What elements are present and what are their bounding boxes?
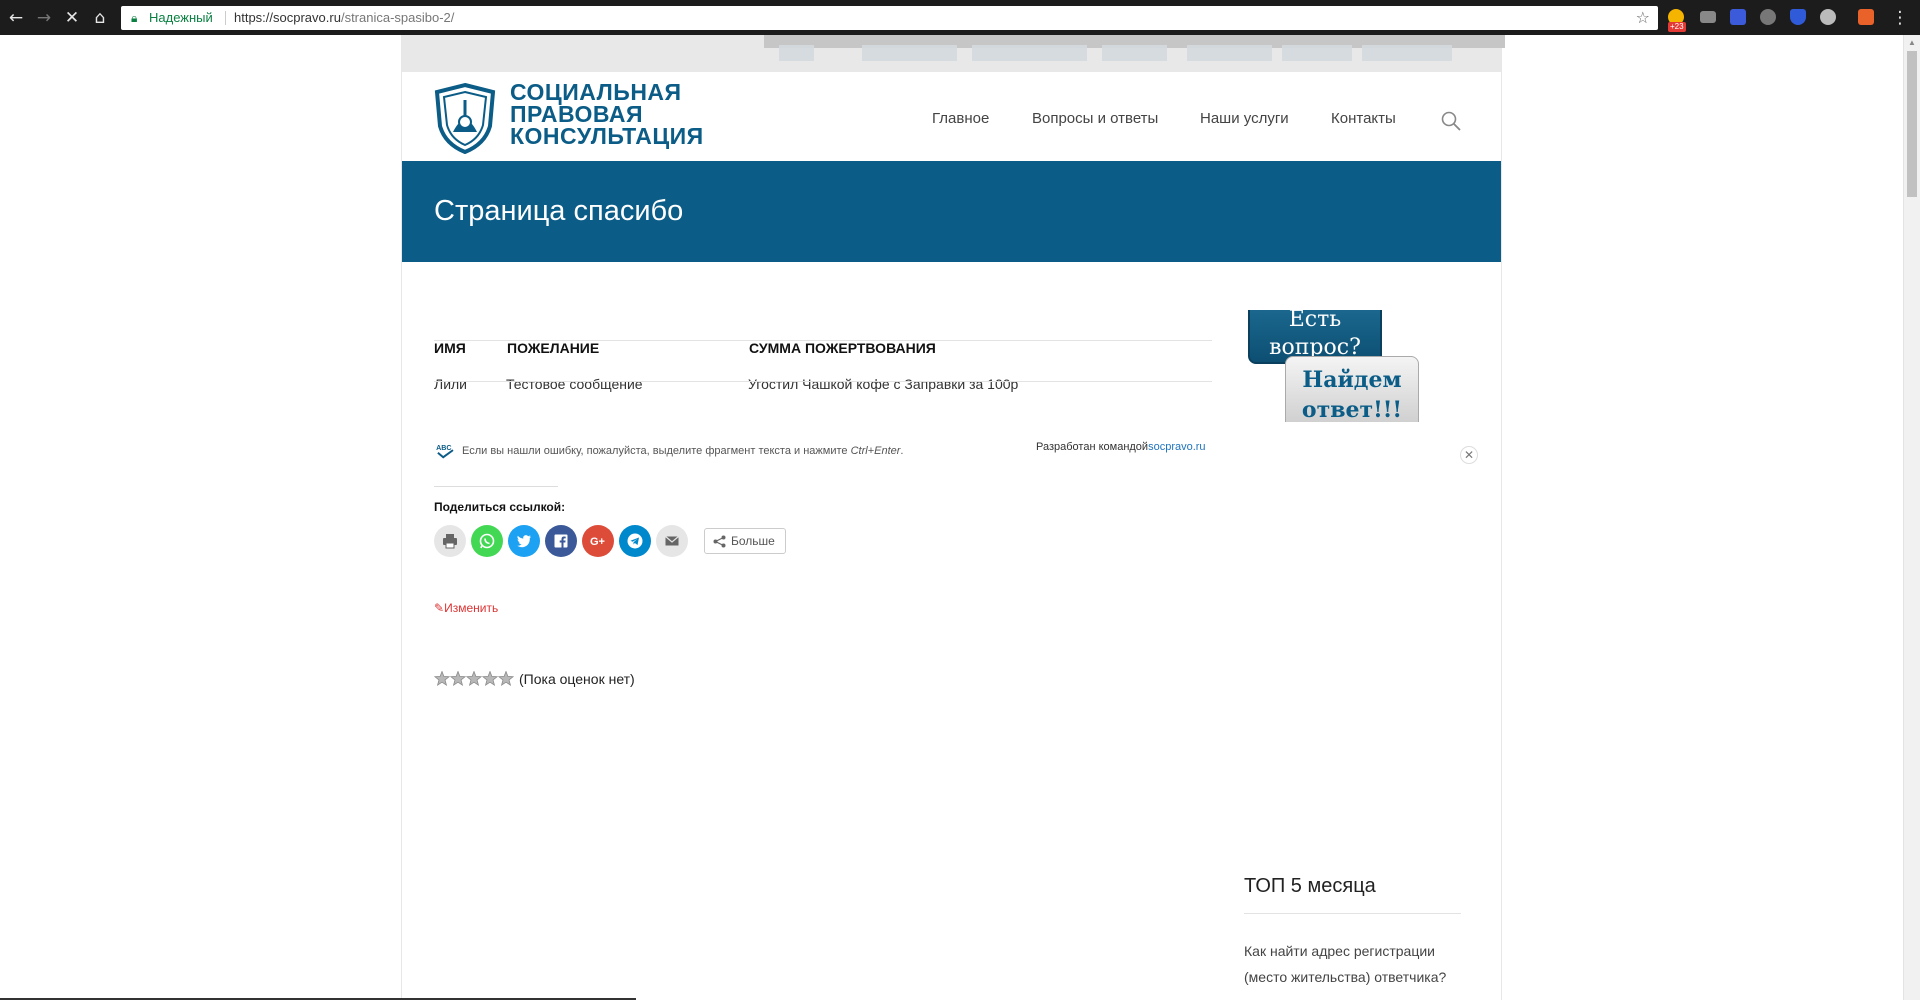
- table-header-amount: Сумма пожертвования: [749, 340, 936, 356]
- table-cell-wish: Тестовое сообщение: [506, 376, 643, 392]
- mail-extension-icon[interactable]: [1700, 11, 1716, 23]
- facebook-icon[interactable]: [545, 525, 577, 557]
- url-host: https://socpravo.ru: [234, 10, 341, 25]
- pencil-icon: ✎: [434, 601, 445, 615]
- dev-prefix: Разработан командой: [1036, 441, 1149, 453]
- extension-badge: +23: [1668, 22, 1686, 32]
- spellcheck-abc-icon: ABC: [436, 444, 454, 459]
- site-wrapper: СОЦИАЛЬНАЯ ПРАВОВАЯ КОНСУЛЬТАЦИЯ Главное…: [401, 35, 1505, 1000]
- nav-item-qa[interactable]: Вопросы и ответы: [1032, 110, 1158, 127]
- edit-label: Изменить: [444, 601, 499, 615]
- error-note-keys: Ctrl+Enter: [850, 445, 901, 457]
- ad-banner[interactable]: Есть вопрос? Найдем ответ!!!: [1248, 310, 1452, 422]
- address-bar[interactable]: 🔒︎ Надежный https://socpravo.ru/stranica…: [121, 6, 1658, 30]
- star-icon[interactable]: [497, 671, 514, 686]
- blurred-topbar-item: [1362, 45, 1452, 61]
- forward-arrow-icon[interactable]: →: [34, 8, 54, 28]
- table-header-wish: Пожелание: [507, 340, 600, 356]
- blurred-topbar-item: [1102, 45, 1167, 61]
- svg-text:ABC: ABC: [436, 444, 451, 452]
- logo-line: ПРАВОВАЯ: [510, 101, 643, 127]
- globe-extension-icon[interactable]: [1760, 9, 1776, 25]
- nav-item-services[interactable]: Наши услуги: [1200, 110, 1289, 127]
- star-icon[interactable]: [434, 671, 451, 686]
- logo-line: СОЦИАЛЬНАЯ: [510, 79, 682, 105]
- error-note-suffix: .: [900, 445, 904, 457]
- ad-line-1: Есть вопрос?: [1269, 310, 1361, 360]
- page-title: Страница спасибо: [434, 195, 684, 227]
- bookmark-extension-icon[interactable]: [1730, 9, 1746, 25]
- site-header: СОЦИАЛЬНАЯ ПРАВОВАЯ КОНСУЛЬТАЦИЯ Главное…: [402, 72, 1501, 162]
- search-icon[interactable]: [1440, 110, 1462, 132]
- star-icon[interactable]: [481, 671, 499, 686]
- secure-label: Надежный: [149, 10, 213, 25]
- lock-icon: 🔒︎: [131, 11, 138, 25]
- scroll-up-arrow-icon[interactable]: ▲: [1908, 38, 1916, 47]
- print-icon[interactable]: [434, 525, 466, 557]
- rating-text: (Пока оценок нет): [519, 671, 635, 687]
- chrome-menu-icon[interactable]: ⋮: [1890, 8, 1910, 28]
- table-cell-name: Лили: [434, 376, 467, 392]
- blurred-topbar-item: [779, 45, 814, 61]
- logo-shield-icon[interactable]: [433, 82, 497, 154]
- share-more-button[interactable]: Больше: [704, 528, 786, 554]
- email-icon[interactable]: [656, 525, 688, 557]
- page-title-banner: Страница спасибо: [402, 161, 1501, 262]
- edit-link[interactable]: ✎Изменить: [434, 601, 498, 615]
- share-title: Поделиться ссылкой:: [434, 500, 566, 514]
- rating-stars[interactable]: [434, 671, 514, 687]
- share-icon: [713, 535, 726, 548]
- table-cell-amount: Угостил Чашкой кофе с Заправки за 100р: [748, 376, 1019, 392]
- blurred-topbar-item: [1282, 45, 1352, 61]
- telegram-icon[interactable]: [619, 525, 651, 557]
- star-icon[interactable]: [465, 671, 483, 686]
- nav-item-main[interactable]: Главное: [932, 110, 989, 127]
- star-icon[interactable]: [449, 671, 467, 686]
- widget-item-link[interactable]: Как найти адрес регистрации (место жител…: [1244, 938, 1469, 990]
- orange-extension-icon[interactable]: [1858, 9, 1874, 25]
- svg-text:G+: G+: [590, 536, 605, 548]
- table-header-name: Имя: [434, 340, 466, 356]
- circle-extension-icon[interactable]: [1820, 9, 1836, 25]
- nav-item-contacts[interactable]: Контакты: [1331, 110, 1396, 127]
- twitter-icon[interactable]: [508, 525, 540, 557]
- developer-link[interactable]: socpravo.ru: [1148, 441, 1205, 453]
- ad-line-2: Найдем ответ!!!: [1301, 367, 1403, 422]
- logo-line: КОНСУЛЬТАЦИЯ: [510, 123, 704, 149]
- page-scrollbar[interactable]: ▲: [1903, 35, 1920, 1000]
- share-divider: [434, 486, 558, 487]
- address-separator: [225, 11, 226, 25]
- blurred-topbar-item: [862, 45, 957, 61]
- error-note-prefix: Если вы нашли ошибку, пожалуйста, выдели…: [462, 445, 851, 457]
- blurred-topbar-item: [972, 45, 1087, 61]
- developer-note: Разработан командойsocpravo.ru: [1036, 441, 1206, 453]
- table-divider: [434, 340, 1212, 341]
- widget-divider: [1244, 913, 1461, 914]
- table-divider: [434, 381, 1212, 382]
- google-plus-icon[interactable]: G+: [582, 525, 614, 557]
- stop-loading-icon[interactable]: ✕: [62, 8, 82, 28]
- share-more-label: Больше: [731, 534, 775, 548]
- shield-extension-icon[interactable]: [1790, 9, 1806, 25]
- back-arrow-icon[interactable]: ←: [6, 8, 26, 28]
- logo-text[interactable]: СОЦИАЛЬНАЯ ПРАВОВАЯ КОНСУЛЬТАЦИЯ: [510, 79, 704, 149]
- scrollbar-thumb[interactable]: [1907, 51, 1917, 197]
- bookmark-star-icon[interactable]: ☆: [1636, 6, 1650, 30]
- url-text: https://socpravo.ru/stranica-spasibo-2/: [234, 6, 454, 30]
- whatsapp-icon[interactable]: [471, 525, 503, 557]
- close-icon[interactable]: ✕: [1460, 446, 1478, 464]
- blurred-topbar-item: [1187, 45, 1272, 61]
- error-report-note: Если вы нашли ошибку, пожалуйста, выдели…: [462, 445, 903, 457]
- site-topbar: [402, 35, 1505, 72]
- home-icon[interactable]: ⌂: [90, 8, 110, 28]
- browser-toolbar: ← → ✕ ⌂ 🔒︎ Надежный https://socpravo.ru/…: [0, 0, 1920, 35]
- widget-title: ТОП 5 месяца: [1244, 875, 1376, 897]
- url-path: /stranica-spasibo-2/: [340, 10, 455, 25]
